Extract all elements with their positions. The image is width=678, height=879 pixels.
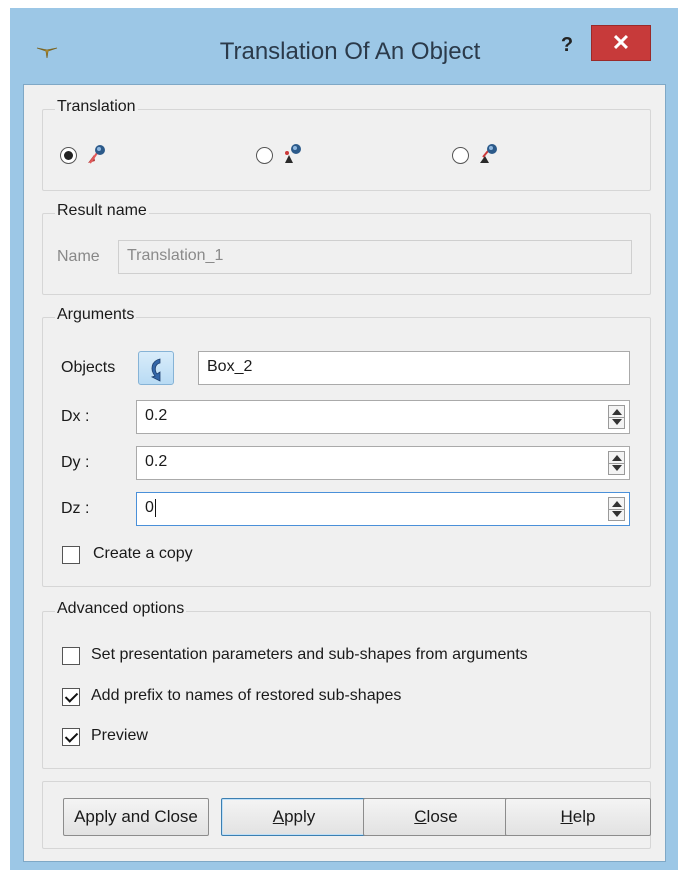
create-copy-label[interactable]: Create a copy <box>93 545 193 563</box>
help-context-button[interactable]: ? <box>552 30 582 60</box>
apply-button[interactable]: Apply <box>221 798 367 836</box>
dx-label: Dx : <box>61 408 90 425</box>
selection-arrow-icon <box>150 358 161 382</box>
help-button[interactable]: Help <box>505 798 651 836</box>
set-presentation-checkbox[interactable] <box>62 647 80 665</box>
group-title: Advanced options <box>55 600 187 618</box>
add-prefix-checkbox[interactable] <box>62 688 80 706</box>
help-label-rest: elp <box>572 807 596 826</box>
radio-translate-by-vector-distance[interactable] <box>452 147 469 164</box>
preview-label[interactable]: Preview <box>91 727 148 745</box>
text-cursor <box>154 498 156 517</box>
select-objects-button[interactable] <box>138 351 174 385</box>
group-title: Arguments <box>55 306 137 324</box>
close-mnemonic: C <box>414 807 427 826</box>
translate-by-two-points-icon <box>285 144 301 163</box>
dz-spin-arrows[interactable] <box>608 497 625 521</box>
set-presentation-label[interactable]: Set presentation parameters and sub-shap… <box>91 646 528 664</box>
button-row: Apply and Close Apply Close Help <box>42 781 651 849</box>
advanced-options-group: Advanced options Set presentation parame… <box>42 600 651 769</box>
dy-value: 0.2 <box>145 453 168 470</box>
dialog-window: Translation Of An Object ? ✕ Translation <box>10 8 678 870</box>
preview-checkbox[interactable] <box>62 728 80 746</box>
close-window-button[interactable]: ✕ <box>591 25 651 61</box>
dx-spin-arrows[interactable] <box>608 405 625 429</box>
dz-value: 0 <box>145 499 154 516</box>
objects-label: Objects <box>61 359 116 376</box>
group-title: Translation <box>55 98 138 116</box>
title-bar[interactable]: Translation Of An Object ? ✕ <box>10 8 678 84</box>
dx-spinbox[interactable]: 0.2 <box>136 400 630 434</box>
apply-mnemonic: A <box>272 807 285 826</box>
result-name-group: Result name Name Translation_1 <box>42 202 651 295</box>
translate-by-vector-icon <box>88 145 105 164</box>
translate-by-vector-distance-icon <box>480 144 497 163</box>
dy-spinbox[interactable]: 0.2 <box>136 446 630 480</box>
dz-spinbox[interactable]: 0 <box>136 492 630 526</box>
objects-field[interactable]: Box_2 <box>198 351 630 385</box>
dy-label: Dy : <box>61 454 90 471</box>
apply-and-close-button[interactable]: Apply and Close <box>63 798 209 836</box>
dialog-body: Translation Result name Name Translation… <box>23 84 666 862</box>
name-label: Name <box>57 248 100 265</box>
app-logo-icon <box>36 47 58 59</box>
help-mnemonic: H <box>560 807 573 826</box>
close-label-rest: lose <box>426 807 458 826</box>
dz-label: Dz : <box>61 500 90 517</box>
translation-group: Translation <box>42 98 651 191</box>
add-prefix-label[interactable]: Add prefix to names of restored sub-shap… <box>91 687 401 705</box>
radio-translate-by-vector[interactable] <box>60 147 77 164</box>
apply-label-rest: pply <box>284 807 316 826</box>
group-title: Result name <box>55 202 149 220</box>
dy-spin-arrows[interactable] <box>608 451 625 475</box>
window-title: Translation Of An Object <box>219 38 481 65</box>
create-copy-checkbox[interactable] <box>62 546 80 564</box>
close-button[interactable]: Close <box>363 798 509 836</box>
result-name-field[interactable]: Translation_1 <box>118 240 632 274</box>
dx-value: 0.2 <box>145 407 168 424</box>
radio-translate-by-two-points[interactable] <box>256 147 273 164</box>
arguments-group: Arguments Objects Box_2 Dx : 0.2 Dy : 0.… <box>42 306 651 587</box>
